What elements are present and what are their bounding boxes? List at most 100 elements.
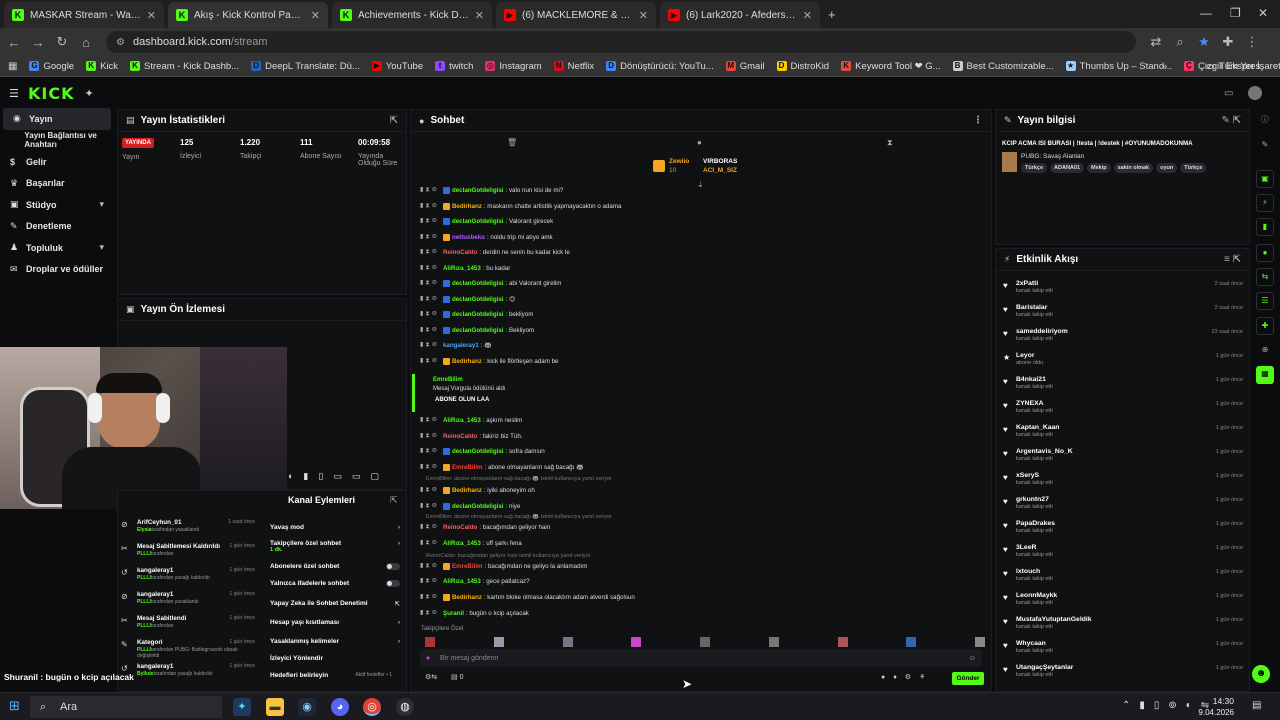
channel-action-item[interactable]: Yalnızca ifadelerle sohbet [270, 580, 402, 587]
popout-icon[interactable]: ⇱ [390, 115, 398, 126]
chat-username[interactable]: Bedirhanz [452, 487, 482, 494]
emote-icon[interactable] [975, 637, 985, 647]
chat-username[interactable]: ReinoCaldo [443, 433, 477, 440]
minimize-icon[interactable]: — [1200, 6, 1212, 20]
chat-username[interactable]: Bedirhanz [452, 203, 482, 210]
mod-log-actor[interactable]: PLLLI [137, 551, 151, 557]
event-username[interactable]: PapaDrakes [1016, 520, 1243, 527]
event-username[interactable]: B4nkai21 [1016, 376, 1243, 383]
chat-username[interactable]: declanGotdeligisi [452, 448, 504, 455]
message-tools-icon[interactable]: ▮⧗⊘ [420, 186, 439, 194]
windows-start-icon[interactable]: ⊞ [9, 698, 20, 714]
chevron-down-icon[interactable]: ▾ [99, 242, 104, 253]
channel-actions-popout-icon[interactable]: ⇱ [390, 495, 398, 506]
mod-log-actor[interactable]: Byllute [137, 671, 154, 677]
emote-icon[interactable] [631, 637, 642, 647]
bookmark-item[interactable]: ◎ Instagram [485, 61, 542, 72]
discord-icon[interactable]: ◕ [331, 698, 349, 716]
message-tools-icon[interactable]: ▮⧗⊘ [420, 539, 439, 547]
event-username[interactable]: UtangaçŞeytanlar [1016, 664, 1243, 671]
chat-username[interactable]: nettuxbeko [452, 234, 485, 241]
stream-tag[interactable]: Mekip [1087, 163, 1111, 173]
event-item[interactable]: ♥ Argentavis_No_K kanalı takip etti 1 gün ö… [1003, 448, 1243, 462]
event-username[interactable]: LeonnMaykk [1016, 592, 1243, 599]
sidebar-item[interactable]: ✎ Denetleme [0, 216, 114, 238]
channel-action-item[interactable]: Hedefleri belirleyin Aktif hedefler • 1 [270, 672, 402, 679]
event-item[interactable]: ♥ 2xPatti kanalı takip etti 2 saat önce [1003, 280, 1243, 294]
chat-message[interactable]: ▮⧗⊘ declanGotdeligisi: bekliyom [420, 310, 533, 318]
message-tools-icon[interactable]: ▮⧗⊘ [420, 217, 439, 225]
pencil-icon[interactable]: ✎ [1256, 137, 1274, 155]
bookmark-item[interactable]: N Netflix [553, 61, 594, 72]
event-item[interactable]: ♥ B4nkai21 kanalı takip etti 1 gün önce [1003, 376, 1243, 390]
stream-tag[interactable]: Türkçe [1180, 163, 1207, 173]
event-item[interactable]: ♥ LeonnMaykk kanalı takip etti 1 gün önce [1003, 592, 1243, 606]
site-info-icon[interactable]: ⚙ [116, 37, 125, 48]
chat-username[interactable]: declanGotdeligisi [452, 503, 504, 510]
emote-icon[interactable] [562, 637, 573, 647]
bookmarks-more-icon[interactable]: » [1162, 61, 1167, 72]
mod-log-item[interactable]: ✂ Mesaj Sabitlemesi Kaldırıldı PLLLItarafı… [121, 543, 255, 557]
sidebar-item[interactable]: ♟ Topluluk ▾ [0, 237, 114, 259]
browser-tab[interactable]: K Akış - Kick Kontrol Paneli ✕ [168, 2, 328, 28]
taskbar-search-input[interactable]: ⌕ Ara [30, 696, 222, 718]
chat-message[interactable]: ▮⧗⊘ declanGotdeligisi: 😊 [420, 295, 515, 303]
steam-icon[interactable]: ◉ [298, 698, 316, 716]
tab-close-icon[interactable]: ✕ [803, 9, 812, 22]
notification-icon[interactable]: ▤ [1252, 700, 1261, 711]
avatar[interactable] [1248, 86, 1262, 100]
chat-message[interactable]: ▮⧗⊘ ReinoCaldo: fakiriz biz Tüh. [420, 432, 523, 440]
event-item[interactable]: ♥ lxtouch kanalı takip etti 1 gün önce [1003, 568, 1243, 582]
stream-tag[interactable]: sakin olmak [1113, 163, 1154, 173]
event-username[interactable]: 3LeeR [1016, 544, 1243, 551]
link-icon[interactable]: ⊕ [1256, 342, 1274, 360]
chat-username[interactable]: Bedirhanz [452, 594, 482, 601]
bookmark-item[interactable]: ▶ YouTube [371, 61, 423, 72]
tab-close-icon[interactable]: ✕ [639, 9, 648, 22]
browser-tab[interactable]: ▶ (6) Lark2020 - Afedersin (Offici ✕ [660, 2, 820, 28]
message-tools-icon[interactable]: ▮⧗⊘ [420, 447, 439, 455]
chevron-right-icon[interactable]: › [398, 524, 400, 531]
chat-message[interactable]: ▮⧗⊘ EmreBilim: abone olmayanların sağ bac… [420, 463, 584, 471]
message-tools-icon[interactable]: ▮⧗⊘ [420, 609, 439, 617]
bookmark-item[interactable]: ★ Thumbs Up – Stand... [1065, 61, 1172, 72]
bookmark-star-icon[interactable]: ★ [1192, 34, 1216, 50]
help-icon[interactable]: ☻ [1252, 665, 1270, 683]
pin-icon[interactable]: ✦ [85, 87, 94, 100]
tab-close-icon[interactable]: ✕ [311, 9, 320, 22]
channel-action-item[interactable]: Yapay Zeka ile Sohbet Denetimi ⇱ [270, 600, 402, 608]
sidebar-item[interactable]: ▣ Stüdyo ▾ [0, 194, 114, 216]
message-tools-icon[interactable]: ▮⧗⊘ [420, 502, 439, 510]
mod-log-actor[interactable]: PLLLI [137, 599, 151, 605]
event-item[interactable]: ♥ ZYNEXA kanalı takip etti 1 gün önce [1003, 400, 1243, 414]
bookmark-item[interactable]: D DistroKid [776, 61, 829, 72]
message-tools-icon[interactable]: ▮⧗⊘ [420, 523, 439, 531]
message-tools-icon[interactable]: ▮⧗⊘ [420, 248, 439, 256]
emote-icon[interactable] [425, 637, 435, 647]
chat-message[interactable]: ▮⧗⊘ ReinoCaldo: derdin ne senin bu kadar … [420, 248, 570, 256]
sidebar-item[interactable]: $ Gelir [0, 151, 114, 173]
info-circle-icon[interactable]: ⓘ [1256, 112, 1274, 130]
url-input[interactable]: ⚙ dashboard.kick.com/stream [106, 31, 1136, 53]
hamburger-menu-icon[interactable]: ☰ [9, 87, 19, 100]
emoji-icon[interactable]: ☺ [969, 655, 976, 662]
chat-username[interactable]: declanGotdeligisi [452, 187, 504, 194]
stream-tag[interactable]: Türkçe [1021, 163, 1048, 173]
chat-username[interactable]: declanGotdeligisi [452, 311, 504, 318]
chat-message[interactable]: ▮⧗⊘ Bedirhanz: iyiki aboneyim oh [420, 486, 535, 494]
chat-tool-icon[interactable]: ● [1256, 244, 1274, 262]
settings-icon[interactable]: ✚ [1256, 317, 1274, 335]
chat-message-input[interactable]: ● Bir mesaj gönderin ☺ [420, 649, 982, 667]
message-tools-icon[interactable]: ▮⧗⊘ [420, 202, 439, 210]
tab-close-icon[interactable]: ✕ [147, 9, 156, 22]
edit-icon[interactable]: ✎ ⇱ [1221, 115, 1241, 126]
chevron-down-icon[interactable]: ▾ [99, 199, 104, 210]
chat-message[interactable]: ▮⧗⊘ declanGotdeligisi: Valorant girecek [420, 217, 553, 225]
event-username[interactable]: Baristalar [1016, 304, 1243, 311]
chat-username[interactable]: AliRıza_1453 [443, 265, 481, 272]
event-item[interactable]: ♥ grkuntn27 kanalı takip etti 1 gün önce [1003, 496, 1243, 510]
message-tools-icon[interactable]: ▮⧗⊘ [420, 295, 439, 303]
chat-username[interactable]: declanGotdeligisi [452, 280, 504, 287]
chat-username[interactable]: AliRıza_1453 [443, 417, 481, 424]
mod-log-actor[interactable]: PLLLI [137, 575, 151, 581]
